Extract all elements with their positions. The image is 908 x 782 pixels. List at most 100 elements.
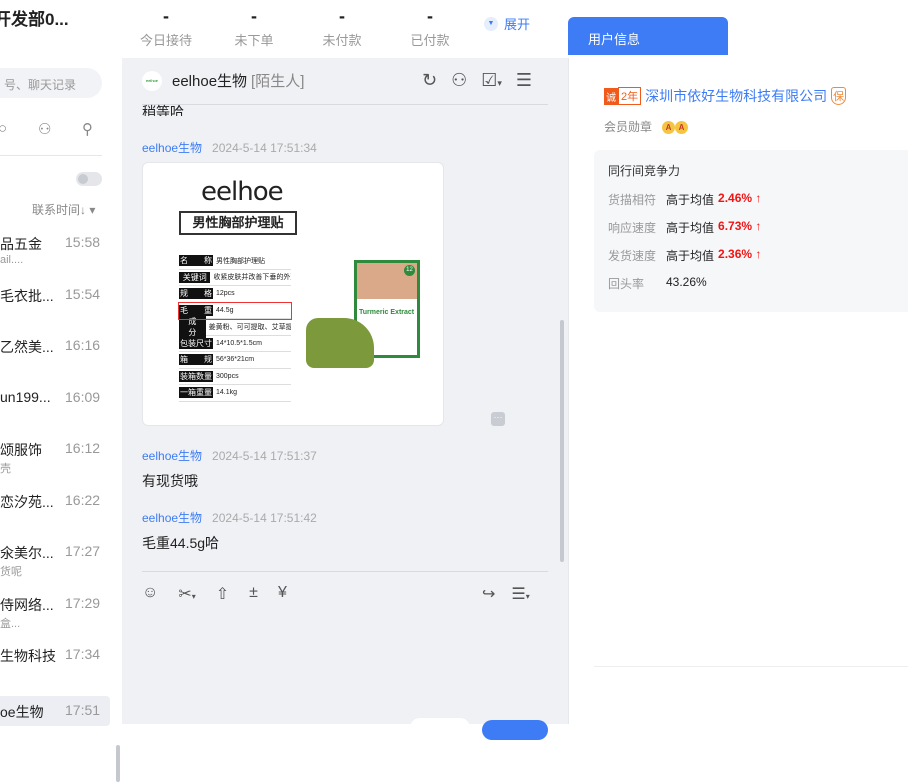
contact-list-item[interactable]: un199... 16:09 [0, 389, 110, 439]
contact-list-item[interactable]: 颂服饰 16:12 壳 [0, 440, 110, 490]
user-icon[interactable]: ○ [0, 120, 7, 137]
org-tree-icon[interactable]: ⚲ [82, 120, 93, 138]
spec-row: 规 格 12pcs [179, 286, 291, 303]
divider [142, 104, 548, 105]
contact-time: 16:12 [65, 440, 101, 456]
emoji-icon[interactable]: ☺ [142, 584, 158, 604]
medal-label: 会员勋章 [604, 120, 653, 134]
message-input[interactable] [142, 604, 548, 704]
input-toolbar: ☺ ✂▾ ⇧ ± ¥ [142, 584, 287, 604]
stat-unpaid[interactable]: - 未付款 [302, 6, 382, 49]
divider [594, 666, 908, 667]
send-button[interactable] [482, 720, 548, 740]
toggle-switch[interactable] [76, 172, 102, 186]
chat-header-actions: ↻ ⚇ ☑▾ ☰ [422, 70, 532, 91]
spec-key: 成 分 [179, 315, 212, 338]
spec-row: 箱 规 56*36*21cm [179, 352, 291, 369]
spec-key: 包装尺寸 [179, 337, 213, 349]
contact-list-item[interactable]: 侍网络... 17:29 盒... [0, 595, 110, 645]
expand-button[interactable]: ▼ 展开 [484, 14, 530, 33]
stat-not-ordered[interactable]: - 未下单 [214, 6, 294, 49]
stat-paid[interactable]: - 已付款 [390, 6, 470, 49]
contact-list-item[interactable]: 乙然美... 16:16 [0, 337, 110, 387]
spec-value: 男性胸部护理贴 [216, 257, 265, 265]
contact-time: 17:27 [65, 543, 101, 559]
stat-value: - [339, 6, 345, 26]
scrollbar[interactable] [116, 745, 120, 782]
timestamp: 2024-5-14 17:51:34 [212, 141, 317, 155]
contact-list-item[interactable]: 品五金 15:58 ail.... [0, 234, 110, 284]
contact-name: un199... [0, 388, 51, 405]
stat-today-reception[interactable]: - 今日接待 [126, 6, 206, 49]
contact-list-item[interactable]: oe生物 17:51 [0, 696, 110, 726]
add-user-icon[interactable]: ⚇ [451, 70, 467, 91]
contact-name: oe生物 [0, 704, 44, 720]
menu-icon[interactable]: ☰ [516, 70, 532, 91]
spec-value: 44.5g [216, 306, 234, 314]
contact-list-item[interactable]: 毛衣批... 15:54 [0, 286, 110, 336]
scrollbar[interactable] [560, 320, 564, 562]
competitiveness-row: 发货速度 高于均值 2.36% ↑ [608, 247, 908, 275]
search-input[interactable]: 号、聊天记录 [0, 68, 102, 98]
metric-percent: 2.36% ↑ [718, 247, 762, 261]
patch-image [306, 318, 374, 368]
avatar[interactable]: eelhoe [142, 70, 162, 91]
medal-icon: A [662, 121, 676, 134]
product-title: 男性胸部护理贴 [179, 211, 297, 235]
metric-label: 货描相符 [608, 193, 657, 207]
contact-list-item[interactable]: 恋汐苑... 16:22 [0, 492, 110, 542]
contact-name: 恋汐苑... [0, 493, 54, 510]
competitiveness-row: 货描相符 高于均值 2.46% ↑ [608, 191, 908, 219]
card-title: 同行间竞争力 [608, 164, 681, 178]
upload-icon[interactable]: ⇧ [216, 584, 229, 604]
sender-name[interactable]: eelhoe生物 [142, 141, 202, 155]
spec-key: 装箱数量 [179, 370, 213, 382]
stat-value: - [427, 6, 433, 26]
contact-name: 颂服饰 [0, 442, 42, 458]
scissors-icon[interactable]: ✂▾ [178, 584, 195, 604]
contact-time: 17:29 [65, 594, 101, 611]
stat-label: 未下单 [234, 33, 274, 48]
contact-name: 侍网络... [0, 596, 54, 613]
metric-label: 发货速度 [608, 249, 657, 263]
calculator-icon[interactable]: ± [249, 584, 258, 604]
contact-name: 生物科技 [0, 648, 56, 664]
user-info-panel: 用户信息 诚 2年 深圳市依好生物科技有限公司 保 会员勋章 AA 同行间竞争力 … [568, 0, 908, 724]
medal-icon: A [675, 121, 689, 134]
guarantee-icon: 保 [831, 87, 847, 105]
spec-key: 名 称 [179, 255, 213, 267]
contact-name: 氽美尔... [0, 545, 54, 561]
scheduled-message-icon[interactable]: ☰▾ [511, 584, 529, 604]
close-button[interactable] [410, 718, 470, 738]
contact-list-item[interactable]: 氽美尔... 17:27 货呢 [0, 543, 110, 593]
refresh-icon[interactable]: ↻ [422, 70, 437, 91]
spec-key: 箱 规 [179, 354, 213, 366]
sender-name[interactable]: eelhoe生物 [142, 511, 202, 525]
stat-label: 已付款 [410, 33, 450, 48]
chat-panel: eelhoe eelhoe生物 [陌生人] ↻ ⚇ ☑▾ ☰ 稍等哈 eelho… [122, 58, 568, 740]
share-icon[interactable]: ↪ [482, 584, 495, 604]
more-icon[interactable]: ··· [491, 412, 505, 426]
spec-value: 14.1kg [216, 389, 238, 397]
spec-row: 名 称男性胸部护理贴 [179, 253, 291, 270]
company-name[interactable]: 深圳市依好生物科技有限公司 [645, 86, 827, 106]
contact-name: 乙然美... [0, 339, 54, 355]
checklist-icon[interactable]: ☑▾ [481, 70, 502, 91]
tab-user-info[interactable]: 用户信息 [568, 17, 728, 55]
spec-table: 名 称男性胸部护理贴 关键词 收紧皮肤并改善下垂的外观规 格 12pcs 毛 重 44.5… [178, 253, 292, 402]
sort-dropdown[interactable]: 联系时间↓ ▾ [32, 201, 95, 218]
sender-name[interactable]: eelhoe生物 [142, 449, 202, 463]
stat-value: - [163, 6, 169, 26]
spec-value: 收紧皮肤并改善下垂的外观 [213, 274, 291, 282]
metric-value: 高于均值 [666, 249, 715, 263]
contact-time: 16:22 [65, 491, 101, 508]
product-image[interactable]: eelhoe 男性胸部护理贴 名 称男性胸部护理贴 关键词 收紧皮肤并改善下垂的外观… [142, 162, 444, 426]
metric-percent: 2.46% ↑ [718, 191, 762, 205]
contact-list-item[interactable]: 生物科技 17:34 [0, 646, 110, 696]
contact-time: 17:34 [65, 646, 101, 662]
metric-value: 高于均值 [666, 193, 715, 207]
yuan-icon[interactable]: ¥ [278, 584, 287, 604]
contact-tag: [陌生人] [251, 73, 305, 90]
brand-logo: eelhoe [201, 177, 284, 207]
users-icon[interactable]: ⚇ [38, 120, 51, 138]
